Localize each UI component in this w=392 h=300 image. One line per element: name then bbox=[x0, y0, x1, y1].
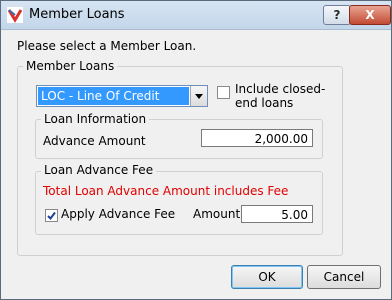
ok-button[interactable]: OK bbox=[231, 265, 303, 289]
advance-amount-label: Advance Amount bbox=[43, 134, 146, 148]
include-closed-end-label: Include closed- end loans bbox=[235, 82, 325, 110]
app-icon bbox=[7, 7, 23, 23]
chevron-down-glyph bbox=[195, 94, 203, 99]
apply-advance-fee-label: Apply Advance Fee bbox=[61, 207, 176, 221]
prompt-text: Please select a Member Loan. bbox=[17, 39, 197, 53]
help-button[interactable]: ? bbox=[323, 5, 351, 25]
cancel-button[interactable]: Cancel bbox=[307, 265, 381, 289]
chevron-down-icon[interactable] bbox=[190, 86, 207, 106]
loan-advance-fee-group bbox=[35, 171, 323, 235]
advance-amount-field[interactable]: 2,000.00 bbox=[201, 129, 313, 147]
loan-select-value: LOC - Line Of Credit bbox=[38, 87, 189, 105]
window-title: Member Loans bbox=[29, 7, 125, 22]
fee-amount-label: Amount bbox=[193, 207, 241, 221]
loan-select[interactable]: LOC - Line Of Credit bbox=[36, 85, 208, 107]
loan-advance-fee-label: Loan Advance Fee bbox=[41, 163, 157, 177]
fee-notice: Total Loan Advance Amount includes Fee bbox=[43, 184, 289, 198]
loan-information-label: Loan Information bbox=[41, 112, 150, 126]
apply-advance-fee-checkbox[interactable] bbox=[45, 209, 58, 222]
include-closed-end-label-line1: Include closed- bbox=[235, 82, 326, 96]
include-closed-end-label-line2: end loans bbox=[235, 96, 294, 110]
fee-amount-field[interactable]: 5.00 bbox=[241, 205, 313, 223]
member-loans-dialog: Member Loans ? X Please select a Member … bbox=[0, 0, 392, 300]
member-loans-group-label: Member Loans bbox=[23, 59, 118, 73]
title-bar[interactable]: Member Loans ? X bbox=[1, 1, 391, 30]
checkmark-icon bbox=[47, 211, 56, 221]
close-button[interactable]: X bbox=[349, 5, 391, 25]
include-closed-end-checkbox[interactable] bbox=[217, 86, 230, 99]
